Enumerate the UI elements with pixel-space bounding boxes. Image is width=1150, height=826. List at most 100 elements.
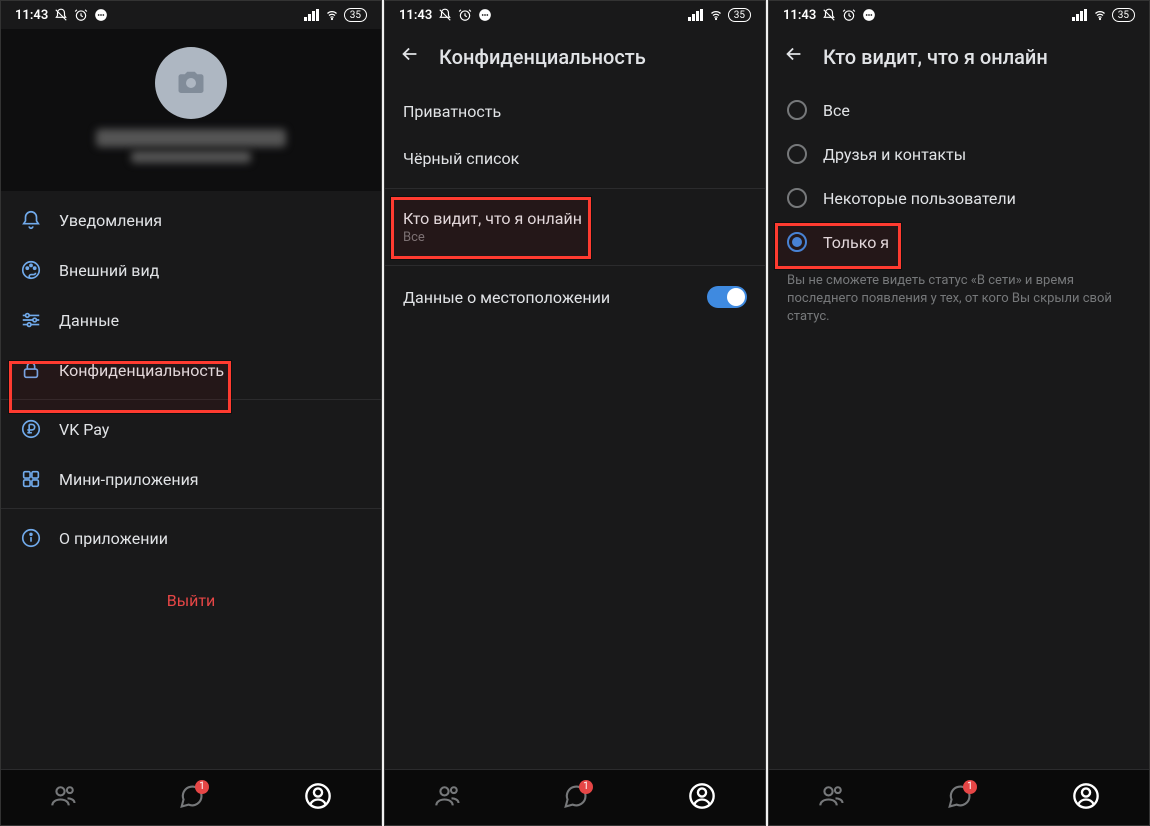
wifi-icon	[708, 9, 724, 21]
menu-notifications-label: Уведомления	[59, 211, 162, 230]
status-bar: 11:43 35	[769, 1, 1149, 29]
status-bar: 11:43 35	[1, 1, 381, 29]
nav-profile[interactable]	[1072, 782, 1100, 814]
bottom-nav: 1	[1, 769, 381, 825]
status-time: 11:43	[399, 8, 432, 23]
arrow-left-icon	[399, 43, 421, 65]
page-header: Конфиденциальность	[385, 29, 765, 88]
status-time: 11:43	[783, 8, 816, 23]
chat-badge: 1	[195, 780, 209, 794]
phone-screen-privacy: 11:43 35 Конфиденциальность Приватность …	[384, 0, 766, 826]
divider	[1, 399, 381, 400]
mute-icon	[822, 8, 836, 22]
chat-status-icon	[94, 8, 108, 22]
menu-appearance[interactable]: Внешний вид	[1, 245, 381, 295]
menu-miniapps-label: Мини-приложения	[59, 470, 199, 489]
menu-appearance-label: Внешний вид	[59, 261, 159, 280]
menu-vkpay[interactable]: VK Pay	[1, 404, 381, 454]
bottom-nav: 1	[769, 769, 1149, 825]
profile-name-blurred	[96, 129, 286, 147]
signal-icon	[304, 9, 320, 21]
chat-badge: 1	[963, 780, 977, 794]
nav-chats[interactable]: 1	[177, 782, 205, 814]
palette-icon	[20, 259, 42, 281]
grid-icon	[20, 468, 42, 490]
help-text: Вы не сможете видеть статус «В сети» и в…	[769, 264, 1149, 327]
profile-header[interactable]	[1, 29, 381, 191]
contacts-icon	[818, 782, 846, 810]
lock-icon	[20, 359, 42, 381]
divider	[385, 265, 765, 266]
settings-content: Уведомления Внешний вид Данные Конфиденц…	[1, 29, 381, 769]
option-only-me[interactable]: Только я	[769, 220, 1149, 264]
location-toggle[interactable]	[707, 286, 747, 308]
radio-icon-checked	[787, 232, 807, 252]
menu-about-label: О приложении	[59, 529, 168, 548]
bottom-nav: 1	[385, 769, 765, 825]
nav-contacts[interactable]	[434, 782, 462, 814]
logout-button[interactable]: Выйти	[1, 567, 381, 634]
back-button[interactable]	[783, 43, 805, 70]
chat-badge: 1	[579, 780, 593, 794]
wifi-icon	[324, 9, 340, 21]
menu-data-label: Данные	[59, 311, 119, 330]
alarm-icon	[842, 8, 856, 22]
status-bar: 11:43 35	[385, 1, 765, 29]
menu-miniapps[interactable]: Мини-приложения	[1, 454, 381, 504]
wifi-icon	[1092, 9, 1108, 21]
page-title: Конфиденциальность	[439, 45, 646, 69]
menu-about[interactable]: О приложении	[1, 513, 381, 563]
row-blacklist[interactable]: Чёрный список	[385, 135, 765, 182]
nav-contacts[interactable]	[50, 782, 78, 814]
profile-sub-blurred	[131, 151, 251, 163]
arrow-left-icon	[783, 43, 805, 65]
battery-indicator: 35	[1112, 8, 1135, 22]
divider	[1, 508, 381, 509]
nav-profile[interactable]	[304, 782, 332, 814]
chat-status-icon	[478, 8, 492, 22]
row-online-visibility[interactable]: Кто видит, что я онлайн Все	[385, 195, 765, 259]
row-online-visibility-value: Все	[403, 230, 747, 245]
page-header: Кто видит, что я онлайн	[769, 29, 1149, 88]
alarm-icon	[458, 8, 472, 22]
contacts-icon	[50, 782, 78, 810]
divider	[385, 188, 765, 189]
profile-icon	[688, 782, 716, 810]
phone-screen-online-visibility: 11:43 35 Кто видит, что я онлайн Все Дру…	[768, 0, 1150, 826]
back-button[interactable]	[399, 43, 421, 70]
option-friends[interactable]: Друзья и контакты	[769, 132, 1149, 176]
mute-icon	[54, 8, 68, 22]
avatar[interactable]	[155, 47, 227, 119]
row-privacy[interactable]: Приватность	[385, 88, 765, 135]
battery-indicator: 35	[344, 8, 367, 22]
profile-icon	[1072, 782, 1100, 810]
nav-profile[interactable]	[688, 782, 716, 814]
radio-icon	[787, 100, 807, 120]
option-some-users[interactable]: Некоторые пользователи	[769, 176, 1149, 220]
privacy-content: Приватность Чёрный список Кто видит, что…	[385, 88, 765, 769]
menu-data[interactable]: Данные	[1, 295, 381, 345]
camera-icon	[176, 68, 206, 98]
menu-privacy[interactable]: Конфиденциальность	[1, 345, 381, 395]
nav-chats[interactable]: 1	[561, 782, 589, 814]
alarm-icon	[74, 8, 88, 22]
row-location[interactable]: Данные о местоположении	[385, 272, 765, 322]
status-time: 11:43	[15, 8, 48, 23]
option-all[interactable]: Все	[769, 88, 1149, 132]
sliders-icon	[20, 309, 42, 331]
chat-status-icon	[862, 8, 876, 22]
info-icon	[20, 527, 42, 549]
phone-screen-settings: 11:43 35 Уведомления Внешний	[0, 0, 382, 826]
nav-chats[interactable]: 1	[945, 782, 973, 814]
ruble-icon	[20, 418, 42, 440]
page-title: Кто видит, что я онлайн	[823, 45, 1048, 69]
menu-notifications[interactable]: Уведомления	[1, 195, 381, 245]
nav-contacts[interactable]	[818, 782, 846, 814]
visibility-options: Все Друзья и контакты Некоторые пользова…	[769, 88, 1149, 769]
bell-icon	[20, 209, 42, 231]
menu-privacy-label: Конфиденциальность	[59, 361, 224, 380]
contacts-icon	[434, 782, 462, 810]
battery-indicator: 35	[728, 8, 751, 22]
mute-icon	[438, 8, 452, 22]
signal-icon	[688, 9, 704, 21]
